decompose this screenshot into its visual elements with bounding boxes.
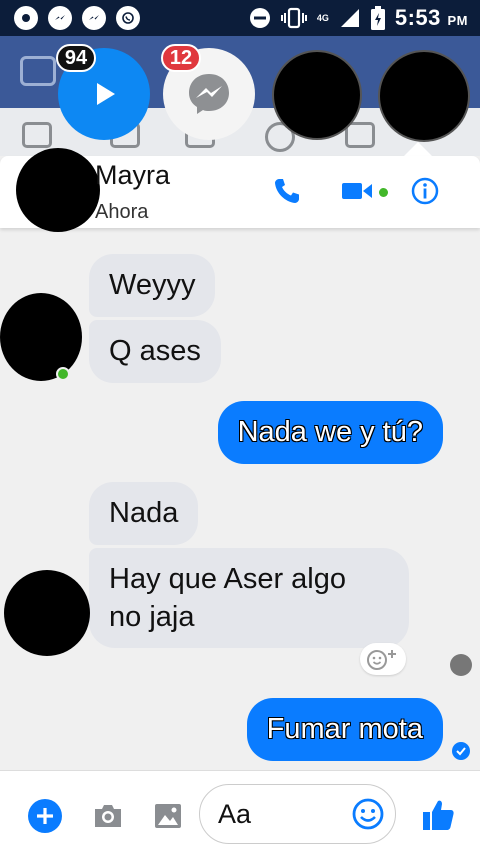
message-bubble-incoming[interactable]: Nada bbox=[89, 482, 199, 545]
emoji-icon[interactable] bbox=[351, 797, 385, 831]
battery-icon bbox=[370, 6, 385, 30]
message-text: Weyyy bbox=[109, 269, 196, 301]
contact-chat-head[interactable] bbox=[272, 50, 362, 140]
video-chat-head[interactable]: 94 bbox=[56, 44, 150, 140]
panel-pointer bbox=[404, 142, 432, 156]
message-bubble-incoming[interactable]: Hay que Aser algo no jaja bbox=[89, 548, 409, 648]
signal-icon bbox=[340, 9, 359, 27]
contact-avatar[interactable] bbox=[16, 148, 100, 232]
camera-icon bbox=[95, 805, 121, 827]
message-bubble-outgoing[interactable]: Fumar mota bbox=[246, 698, 443, 761]
message-bubble-outgoing[interactable]: Nada we y tú? bbox=[217, 401, 443, 464]
info-button[interactable] bbox=[408, 174, 442, 208]
info-icon bbox=[411, 177, 439, 205]
seen-receipt-avatar bbox=[450, 654, 472, 676]
network-type: 4G bbox=[316, 13, 329, 23]
whatsapp-icon bbox=[116, 6, 140, 30]
message-composer: Aa bbox=[0, 770, 480, 854]
image-icon bbox=[155, 804, 181, 828]
messenger-chat-head[interactable]: 12 bbox=[161, 44, 255, 140]
add-reaction-icon bbox=[367, 650, 396, 670]
like-button[interactable] bbox=[418, 795, 458, 835]
phone-icon bbox=[275, 179, 299, 203]
news-feed-icon bbox=[22, 122, 52, 148]
add-reaction-button[interactable] bbox=[360, 643, 406, 675]
more-actions-button[interactable] bbox=[27, 798, 63, 834]
message-bubble-incoming[interactable]: Weyyy bbox=[89, 254, 216, 317]
message-text: no jaja bbox=[109, 601, 195, 633]
dnd-icon bbox=[249, 8, 270, 28]
contact-status: Ahora bbox=[95, 201, 149, 223]
notification-icons bbox=[14, 6, 140, 30]
clock-ampm: PM bbox=[447, 13, 468, 28]
clock-time: 5:53 bbox=[394, 5, 441, 30]
active-chat-head[interactable] bbox=[378, 50, 470, 142]
messenger-icon bbox=[82, 6, 106, 30]
thumbs-up-icon bbox=[423, 800, 454, 830]
gallery-button[interactable] bbox=[150, 798, 186, 834]
unread-badge: 94 bbox=[56, 44, 96, 72]
message-text: Nada we y tú? bbox=[237, 416, 423, 448]
message-input-placeholder: Aa bbox=[218, 799, 252, 829]
unread-badge: 12 bbox=[161, 44, 201, 72]
message-text: Hay que Aser algo bbox=[109, 563, 346, 595]
message-text: Q ases bbox=[109, 335, 201, 367]
delivered-check-icon bbox=[452, 742, 470, 760]
messenger-icon bbox=[48, 6, 72, 30]
vibrate-icon bbox=[280, 7, 307, 29]
chat-header: Mayra Ahora bbox=[0, 148, 480, 232]
record-icon bbox=[14, 6, 38, 30]
plus-icon bbox=[28, 799, 62, 833]
message-text: Fumar mota bbox=[266, 713, 423, 745]
system-status: 4G 5:53 PM bbox=[249, 5, 468, 31]
message-text: Nada bbox=[109, 497, 179, 529]
voice-call-button[interactable] bbox=[270, 174, 304, 208]
video-call-button[interactable] bbox=[340, 174, 374, 208]
sender-avatar[interactable] bbox=[4, 570, 90, 656]
camera-icon bbox=[20, 56, 56, 86]
online-indicator bbox=[56, 367, 70, 381]
sender-avatar[interactable] bbox=[0, 293, 82, 381]
message-bubble-incoming[interactable]: Q ases bbox=[89, 320, 221, 383]
play-icon bbox=[97, 83, 115, 105]
online-indicator bbox=[379, 188, 388, 197]
messenger-icon bbox=[189, 74, 229, 114]
message-input[interactable]: Aa bbox=[199, 784, 396, 844]
contact-name[interactable]: Mayra bbox=[95, 160, 170, 191]
status-bar: 4G 5:53 PM bbox=[0, 0, 480, 36]
camera-button[interactable] bbox=[90, 798, 126, 834]
video-camera-icon bbox=[342, 183, 372, 199]
clock: 5:53 PM bbox=[395, 5, 468, 31]
